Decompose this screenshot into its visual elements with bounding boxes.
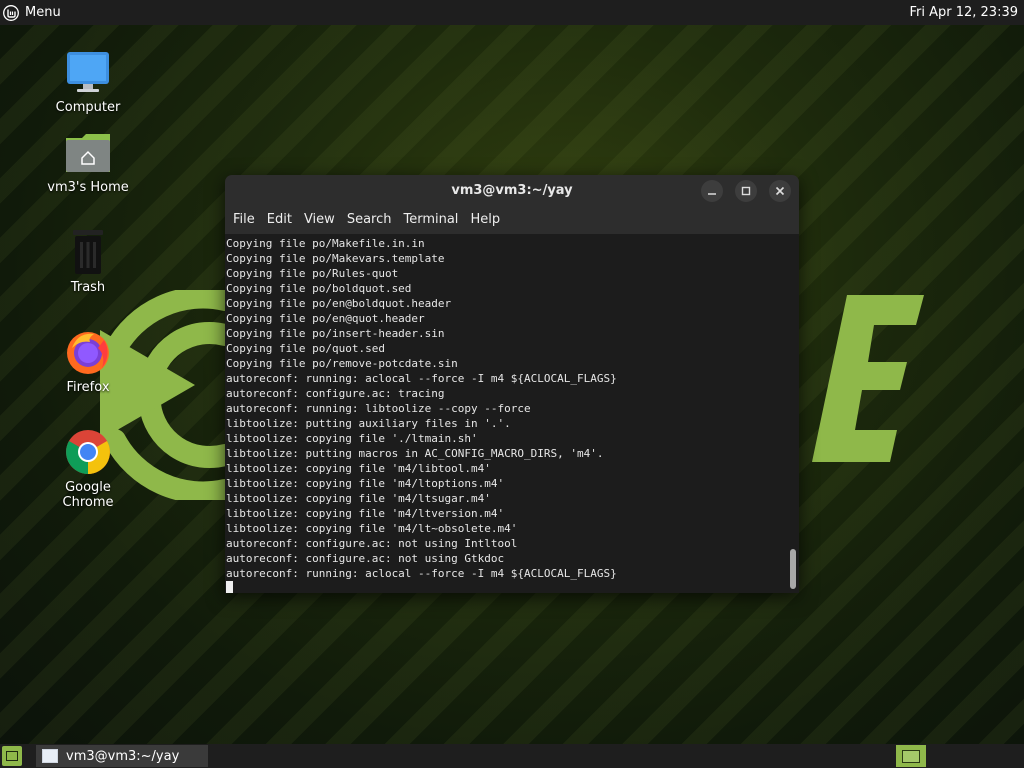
terminal-line: Copying file po/en@boldquot.header bbox=[226, 297, 452, 310]
terminal-line: autoreconf: configure.ac: not using Gtkd… bbox=[226, 552, 505, 565]
terminal-window-icon bbox=[42, 749, 58, 763]
firefox-icon bbox=[67, 332, 109, 374]
terminal-prompt-line bbox=[226, 581, 799, 593]
terminal-line: Copying file po/Makefile.in.in bbox=[226, 237, 425, 250]
desktop-icon-label: vm3's Home bbox=[47, 180, 129, 195]
terminal-line: autoreconf: running: aclocal --force -I … bbox=[226, 372, 617, 385]
terminal-window[interactable]: vm3@vm3:~/yay File Edit View Search Term… bbox=[225, 175, 799, 593]
terminal-line: libtoolize: copying file 'm4/lt~obsolete… bbox=[226, 522, 518, 535]
desktop-icon-label: Google Chrome bbox=[62, 480, 114, 510]
minimize-button[interactable] bbox=[701, 180, 723, 202]
close-icon bbox=[775, 186, 785, 196]
menu-file[interactable]: File bbox=[227, 212, 261, 227]
top-panel: Menu Fri Apr 12, 23:39 bbox=[0, 0, 1024, 25]
terminal-line: libtoolize: putting macros in AC_CONFIG_… bbox=[226, 447, 604, 460]
terminal-line: Copying file po/en@quot.header bbox=[226, 312, 425, 325]
terminal-line: autoreconf: running: libtoolize --copy -… bbox=[226, 402, 531, 415]
desktop-icon-firefox[interactable]: Firefox bbox=[38, 328, 138, 395]
terminal-line: autoreconf: configure.ac: not using Intl… bbox=[226, 537, 518, 550]
desktop-icon-computer[interactable]: Computer bbox=[38, 48, 138, 115]
clock[interactable]: Fri Apr 12, 23:39 bbox=[909, 5, 1024, 20]
close-button[interactable] bbox=[769, 180, 791, 202]
terminal-line: libtoolize: copying file './ltmain.sh' bbox=[226, 432, 478, 445]
terminal-cursor bbox=[226, 581, 233, 593]
minimize-icon bbox=[708, 193, 716, 195]
terminal-line: autoreconf: running: aclocal --force -I … bbox=[226, 567, 617, 580]
computer-icon bbox=[67, 52, 109, 92]
workspace-icon bbox=[902, 749, 920, 763]
menu-button[interactable]: Menu bbox=[0, 0, 61, 25]
terminal-text: Copying file po/Makefile.in.in Copying fi… bbox=[225, 234, 799, 593]
terminal-line: libtoolize: copying file 'm4/libtool.m4' bbox=[226, 462, 491, 475]
menu-search[interactable]: Search bbox=[341, 212, 398, 227]
terminal-line: Copying file po/remove-potcdate.sin bbox=[226, 357, 458, 370]
terminal-line: Copying file po/Makevars.template bbox=[226, 252, 445, 265]
desktop-icon-trash[interactable]: Trash bbox=[38, 228, 138, 295]
terminal-line: libtoolize: putting auxiliary files in '… bbox=[226, 417, 511, 430]
wallpaper-letter-shape bbox=[812, 295, 924, 462]
terminal-line: libtoolize: copying file 'm4/ltoptions.m… bbox=[226, 477, 505, 490]
window-titlebar[interactable]: vm3@vm3:~/yay bbox=[225, 175, 799, 205]
desktop-icon-label: Trash bbox=[70, 280, 106, 295]
menu-terminal[interactable]: Terminal bbox=[397, 212, 464, 227]
desktop-icon-label: Firefox bbox=[66, 380, 110, 395]
terminal-line: autoreconf: configure.ac: tracing bbox=[226, 387, 445, 400]
terminal-scrollbar[interactable] bbox=[790, 236, 796, 590]
bottom-panel: vm3@vm3:~/yay bbox=[0, 744, 1024, 768]
terminal-output[interactable]: Copying file po/Makefile.in.in Copying fi… bbox=[225, 234, 799, 593]
taskbar-item-terminal[interactable]: vm3@vm3:~/yay bbox=[36, 745, 208, 767]
terminal-menubar: File Edit View Search Terminal Help bbox=[225, 205, 799, 233]
taskbar-item-label: vm3@vm3:~/yay bbox=[66, 748, 180, 764]
window-title: vm3@vm3:~/yay bbox=[451, 182, 573, 198]
maximize-icon bbox=[741, 186, 751, 196]
terminal-line: libtoolize: copying file 'm4/ltsugar.m4' bbox=[226, 492, 491, 505]
workspace-switcher[interactable] bbox=[896, 745, 926, 767]
trash-icon bbox=[73, 230, 103, 274]
terminal-line: Copying file po/boldquot.sed bbox=[226, 282, 412, 295]
desktop-icon-chrome[interactable]: Google Chrome bbox=[38, 428, 138, 510]
menu-help[interactable]: Help bbox=[464, 212, 506, 227]
chrome-icon bbox=[66, 430, 110, 474]
home-folder-icon bbox=[66, 134, 110, 172]
scrollbar-thumb[interactable] bbox=[790, 549, 796, 589]
desktop-icon-label: Computer bbox=[55, 100, 121, 115]
menu-edit[interactable]: Edit bbox=[261, 212, 298, 227]
show-desktop-button[interactable] bbox=[2, 746, 22, 766]
menu-view[interactable]: View bbox=[298, 212, 341, 227]
desktop-icon-home[interactable]: vm3's Home bbox=[38, 128, 138, 195]
terminal-line: Copying file po/quot.sed bbox=[226, 342, 385, 355]
menu-label: Menu bbox=[25, 5, 61, 20]
maximize-button[interactable] bbox=[735, 180, 757, 202]
terminal-line: libtoolize: copying file 'm4/ltversion.m… bbox=[226, 507, 505, 520]
desktop-icon bbox=[6, 751, 18, 761]
terminal-line: Copying file po/insert-header.sin bbox=[226, 327, 445, 340]
mint-menu-icon bbox=[3, 4, 19, 21]
terminal-line: Copying file po/Rules-quot bbox=[226, 267, 399, 280]
